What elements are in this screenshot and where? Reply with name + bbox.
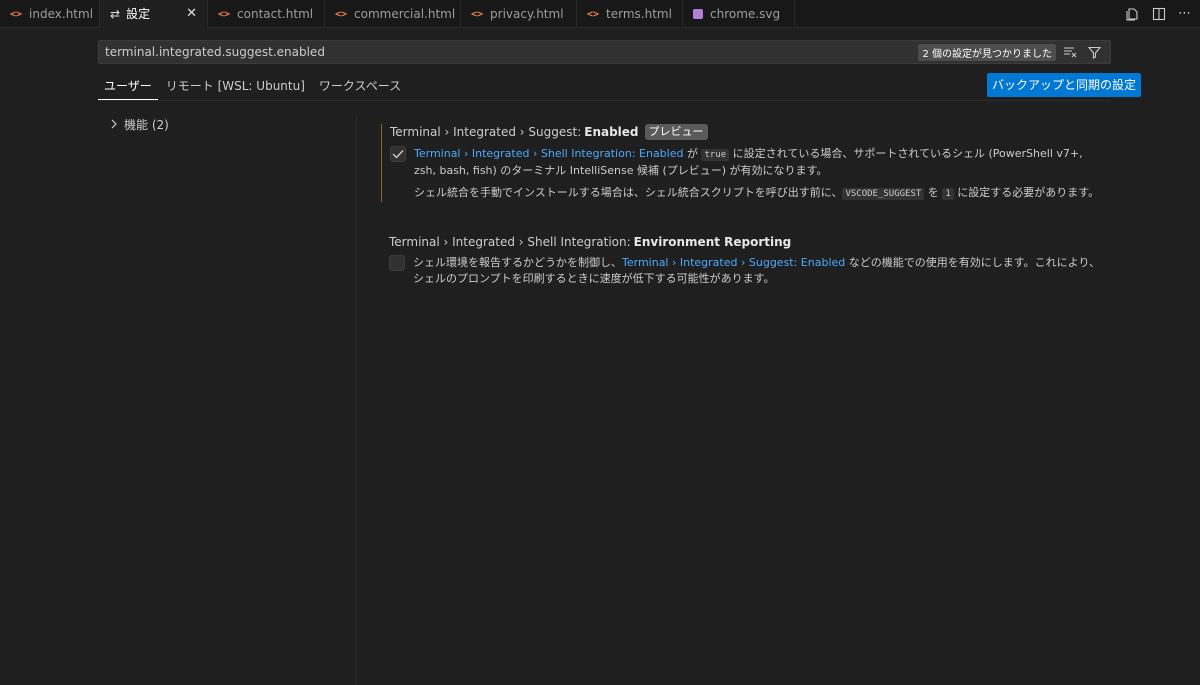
setting-category: Terminal › Integrated › Shell Integratio… (389, 235, 631, 249)
setting-description: Terminal › Integrated › Shell Integratio… (414, 146, 1104, 179)
setting-description: シェル環境を報告するかどうかを制御し、Terminal › Integrated… (413, 255, 1103, 287)
html-file-icon: <> (471, 8, 484, 20)
inline-code: VSCODE_SUGGEST (842, 188, 925, 200)
tab-contact-html[interactable]: <> contact.html (208, 0, 325, 28)
tab-terms-html[interactable]: <> terms.html (577, 0, 683, 28)
tab-label: contact.html (237, 7, 314, 21)
setting-title: Terminal › Integrated › Suggest: Enabled… (390, 124, 1111, 140)
clear-filter-icon[interactable] (1062, 44, 1078, 60)
tab-label: 設定 (126, 7, 151, 21)
backup-sync-button[interactable]: バックアップと同期の設定 (987, 73, 1142, 97)
inline-code: 1 (942, 188, 954, 200)
setting-link[interactable]: Terminal › Integrated › Suggest: Enabled (622, 256, 845, 269)
tab-commercial-html[interactable]: <> commercial.html (325, 0, 461, 28)
desc-text: を (924, 186, 943, 199)
close-icon[interactable]: ✕ (186, 6, 197, 21)
settings-search-input[interactable] (105, 45, 919, 59)
tab-user-scope[interactable]: ユーザー (98, 76, 158, 100)
desc-text: シェル統合を手動でインストールする場合は、シェル統合スクリプトを呼び出す前に、 (414, 186, 843, 199)
open-file-icon[interactable] (1126, 7, 1140, 21)
tab-settings[interactable]: ⇄ 設定 ✕ (100, 0, 208, 28)
tab-label: index.html (29, 7, 94, 21)
editor-actions: ⋯ (1126, 0, 1192, 28)
header-divider (98, 100, 1111, 101)
split-editor-icon[interactable] (1152, 7, 1166, 21)
html-file-icon: <> (335, 8, 348, 20)
settings-icon: ⇄ (110, 6, 121, 21)
tab-label: terms.html (606, 7, 672, 21)
toc-item-features[interactable]: 機能 (2) (110, 116, 169, 133)
html-file-icon: <> (587, 8, 600, 20)
setting-description-note: シェル統合を手動でインストールする場合は、シェル統合スクリプトを呼び出す前に、 V… (414, 185, 1111, 202)
setting-name: Enabled (584, 125, 639, 139)
tab-chrome-svg[interactable]: chrome.svg (683, 0, 795, 28)
setting-environment-reporting: Terminal › Integrated › Shell Integratio… (381, 235, 1111, 287)
tab-index-html[interactable]: <> index.html (0, 0, 100, 28)
settings-scope-tabs: ユーザー リモート [WSL: Ubuntu] ワークスペース (98, 76, 409, 100)
tab-remote-scope[interactable]: リモート [WSL: Ubuntu] (160, 76, 311, 100)
inline-code: true (701, 149, 730, 161)
result-count-badge: 2 個の設定が見つかりました (918, 43, 1056, 61)
environment-reporting-checkbox[interactable] (389, 255, 405, 271)
html-file-icon: <> (10, 8, 23, 20)
tab-label: chrome.svg (710, 7, 781, 21)
editor-tab-bar: <> index.html ⇄ 設定 ✕ <> contact.html <> … (0, 0, 1200, 28)
filter-icon[interactable] (1086, 44, 1102, 60)
tab-label: commercial.html (354, 7, 456, 21)
setting-category: Terminal › Integrated › Suggest: (390, 125, 582, 139)
desc-text: シェル環境を報告するかどうかを制御し、 (413, 256, 622, 269)
setting-suggest-enabled: Terminal › Integrated › Suggest: Enabled… (381, 124, 1111, 202)
toc-divider (356, 116, 357, 685)
setting-name: Environment Reporting (633, 235, 792, 249)
desc-text: に設定する必要があります。 (953, 186, 1100, 199)
chevron-right-icon (110, 118, 118, 132)
html-file-icon: <> (218, 8, 231, 20)
preview-badge: プレビュー (644, 124, 708, 140)
check-icon (392, 150, 404, 159)
toc-label: 機能 (2) (124, 118, 169, 132)
tab-privacy-html[interactable]: <> privacy.html (461, 0, 577, 28)
settings-search: 2 個の設定が見つかりました (98, 40, 1111, 64)
svg-file-icon (693, 9, 703, 19)
tab-label: privacy.html (490, 7, 564, 21)
more-actions-icon[interactable]: ⋯ (1178, 7, 1192, 21)
suggest-enabled-checkbox[interactable] (390, 146, 406, 162)
setting-link[interactable]: Terminal › Integrated › Shell Integratio… (414, 147, 683, 160)
tab-workspace-scope[interactable]: ワークスペース (313, 76, 407, 100)
setting-title: Terminal › Integrated › Shell Integratio… (389, 235, 1111, 249)
desc-text: が (683, 147, 702, 160)
